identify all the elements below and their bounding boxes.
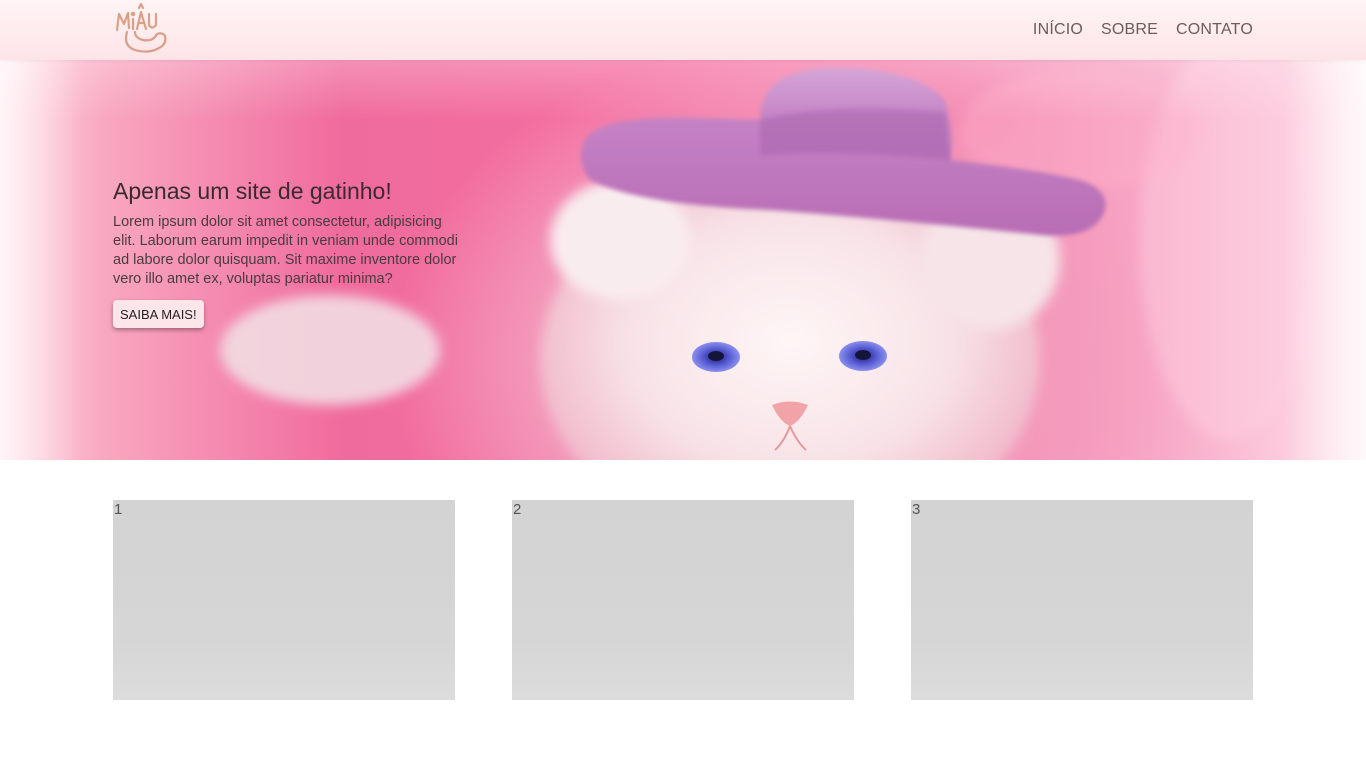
logo[interactable] xyxy=(113,2,175,56)
nav-link-inicio[interactable]: INÍCIO xyxy=(1033,21,1083,39)
card-number: 3 xyxy=(912,501,921,518)
feature-card-3[interactable]: 3 xyxy=(911,500,1253,700)
hero-description: Lorem ipsum dolor sit amet consectetur, … xyxy=(113,214,458,287)
feature-card-2[interactable]: 2 xyxy=(512,500,854,700)
hero-content: Apenas um site de gatinho! Lorem ipsum d… xyxy=(113,177,468,328)
saiba-mais-button[interactable]: SAIBA MAIS! xyxy=(113,300,204,328)
site-header: INÍCIO SOBRE CONTATO xyxy=(0,0,1366,60)
hero-banner: Apenas um site de gatinho! Lorem ipsum d… xyxy=(0,60,1366,460)
nav-link-sobre[interactable]: SOBRE xyxy=(1101,21,1158,39)
card-number: 2 xyxy=(513,501,522,518)
main-nav: INÍCIO SOBRE CONTATO xyxy=(1033,0,1253,60)
card-number: 1 xyxy=(114,501,123,518)
feature-card-1[interactable]: 1 xyxy=(113,500,455,700)
nav-link-contato[interactable]: CONTATO xyxy=(1176,21,1253,39)
hero-title: Apenas um site de gatinho! xyxy=(113,178,392,204)
cat-paw-logo-icon xyxy=(115,2,167,53)
